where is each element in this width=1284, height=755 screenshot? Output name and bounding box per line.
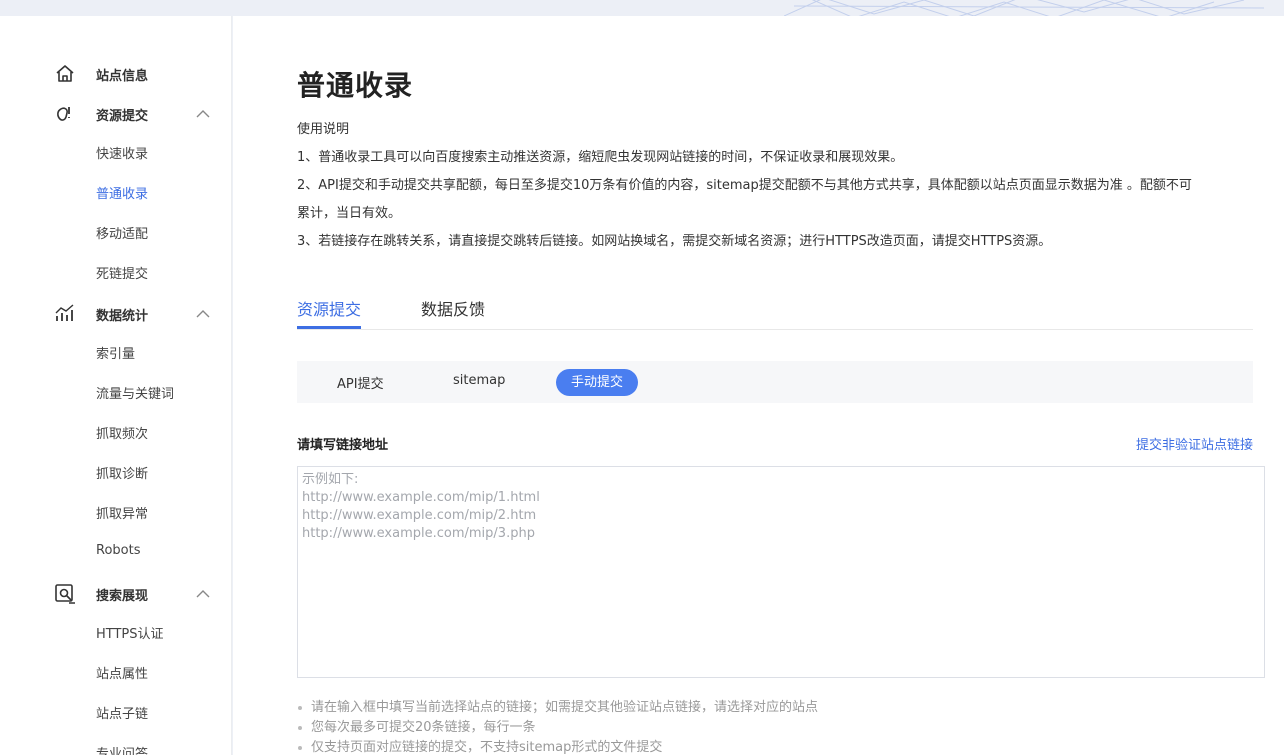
usage-line: 1、普通收录工具可以向百度搜索主动推送资源，缩短爬虫发现网站链接的时间，不保证收… bbox=[297, 150, 904, 165]
sidebar-group-label: 搜索展现 bbox=[96, 589, 149, 604]
url-textarea-placeholder: 示例如下: http://www.example.com/mip/1.html … bbox=[302, 471, 540, 543]
submit-icon bbox=[57, 107, 70, 121]
tab-bar: 资源提交 数据反馈 bbox=[297, 286, 1253, 330]
sidebar-item-label: 抓取频次 bbox=[96, 427, 149, 442]
sidebar-group-label: 站点信息 bbox=[96, 69, 149, 84]
sidebar-item-normal-index[interactable]: 普通收录 bbox=[0, 172, 232, 212]
submit-method-bar: API提交 sitemap 手动提交 bbox=[297, 361, 1253, 403]
sidebar-item-label: 抓取诊断 bbox=[96, 467, 149, 482]
sidebar-item-label: 抓取异常 bbox=[96, 507, 149, 522]
chevron-up-icon[interactable] bbox=[195, 307, 211, 321]
sidebar-item-index-volume[interactable]: 索引量 bbox=[0, 332, 232, 372]
tab-resource-submit[interactable]: 资源提交 bbox=[297, 296, 361, 320]
usage-line: 累计，当日有效。 bbox=[297, 206, 402, 221]
active-tab-indicator bbox=[297, 326, 361, 329]
usage-line: 3、若链接存在跳转关系，请直接提交跳转后链接。如网站换域名，需提交新域名资源；进… bbox=[297, 234, 1052, 249]
sidebar-item-https-cert[interactable]: HTTPS认证 bbox=[0, 612, 232, 652]
placeholder-line: http://www.example.com/mip/3.php bbox=[302, 526, 535, 541]
sidebar-item-robots[interactable]: Robots bbox=[0, 532, 232, 572]
sidebar-item-label: 流量与关键词 bbox=[96, 387, 175, 402]
sidebar-item-site-sublinks[interactable]: 站点子链 bbox=[0, 692, 232, 732]
submission-notes: 请在输入框中填写当前选择站点的链接；如需提交其他验证站点链接，请选择对应的站点 … bbox=[297, 698, 818, 755]
sidebar-item-label: 索引量 bbox=[96, 347, 136, 362]
sidebar-item-pro-qa[interactable]: 专业问答 bbox=[0, 732, 232, 755]
sidebar-group-label: 数据统计 bbox=[96, 309, 149, 324]
sidebar-item-dead-link[interactable]: 死链提交 bbox=[0, 252, 232, 292]
chart-icon bbox=[55, 304, 74, 321]
sidebar-item-mobile-adapt[interactable]: 移动适配 bbox=[0, 212, 232, 252]
placeholder-line: 示例如下: bbox=[302, 472, 359, 487]
sidebar-item-label: 移动适配 bbox=[96, 227, 149, 242]
sidebar-group-site-info[interactable]: 站点信息 bbox=[0, 54, 232, 94]
sidebar-group-resource-submit[interactable]: 资源提交 bbox=[0, 94, 232, 134]
subtab-manual[interactable]: 手动提交 bbox=[556, 369, 639, 396]
sidebar-group-label: 资源提交 bbox=[96, 109, 149, 124]
url-field-label: 请填写链接地址 bbox=[297, 438, 389, 453]
sidebar-item-label: 死链提交 bbox=[96, 267, 149, 282]
subtab-sitemap[interactable]: sitemap bbox=[453, 373, 505, 388]
usage-line: 2、API提交和手动提交共享配额，每日至多提交10万条有价值的内容，sitema… bbox=[297, 178, 1192, 193]
main-content: 普通收录 使用说明 1、普通收录工具可以向百度搜索主动推送资源，缩短爬虫发现网站… bbox=[233, 16, 1284, 755]
sidebar-item-crawl-diagnosis[interactable]: 抓取诊断 bbox=[0, 452, 232, 492]
placeholder-line: http://www.example.com/mip/1.html bbox=[302, 490, 540, 505]
search-display-icon bbox=[55, 584, 75, 604]
placeholder-line: http://www.example.com/mip/2.htm bbox=[302, 508, 537, 523]
note-item: 请在输入框中填写当前选择站点的链接；如需提交其他验证站点链接，请选择对应的站点 bbox=[297, 698, 818, 718]
chevron-up-icon[interactable] bbox=[195, 587, 211, 601]
page-title: 普通收录 bbox=[297, 69, 414, 102]
home-icon bbox=[56, 65, 74, 82]
sidebar-item-traffic-keywords[interactable]: 流量与关键词 bbox=[0, 372, 232, 412]
sidebar-item-label: Robots bbox=[96, 543, 141, 558]
submit-unverified-link[interactable]: 提交非验证站点链接 bbox=[1136, 434, 1253, 453]
chevron-up-icon[interactable] bbox=[195, 107, 211, 121]
sidebar-item-site-attributes[interactable]: 站点属性 bbox=[0, 652, 232, 692]
sidebar: 站点信息 资源提交 快速收录 普通收录 移动适配 死链提交 数据统计 索引量 流… bbox=[0, 16, 232, 755]
sidebar-item-crawl-frequency[interactable]: 抓取频次 bbox=[0, 412, 232, 452]
usage-instructions: 使用说明 1、普通收录工具可以向百度搜索主动推送资源，缩短爬虫发现网站链接的时间… bbox=[297, 116, 1257, 256]
url-textarea[interactable]: 示例如下: http://www.example.com/mip/1.html … bbox=[297, 466, 1265, 678]
note-item: 您每次最多可提交20条链接，每行一条 bbox=[297, 718, 818, 738]
sidebar-item-label: 快速收录 bbox=[96, 147, 149, 162]
sidebar-group-search-display[interactable]: 搜索展现 bbox=[0, 574, 232, 614]
sidebar-item-label: 站点子链 bbox=[96, 707, 149, 722]
sidebar-item-crawl-errors[interactable]: 抓取异常 bbox=[0, 492, 232, 532]
sidebar-group-data-stats[interactable]: 数据统计 bbox=[0, 294, 232, 334]
sidebar-item-label: HTTPS认证 bbox=[96, 627, 164, 642]
tab-data-feedback[interactable]: 数据反馈 bbox=[421, 296, 485, 320]
sidebar-item-label: 站点属性 bbox=[96, 667, 149, 682]
note-item: 仅支持页面对应链接的提交，不支持sitemap形式的文件提交 bbox=[297, 738, 818, 755]
sidebar-item-quick-index[interactable]: 快速收录 bbox=[0, 132, 232, 172]
sidebar-item-label: 普通收录 bbox=[96, 187, 149, 202]
subtab-api[interactable]: API提交 bbox=[337, 373, 384, 392]
sidebar-item-label: 专业问答 bbox=[96, 747, 149, 755]
decorative-network-graphic bbox=[784, 0, 1264, 16]
usage-heading: 使用说明 bbox=[297, 122, 350, 137]
top-banner bbox=[0, 0, 1284, 16]
